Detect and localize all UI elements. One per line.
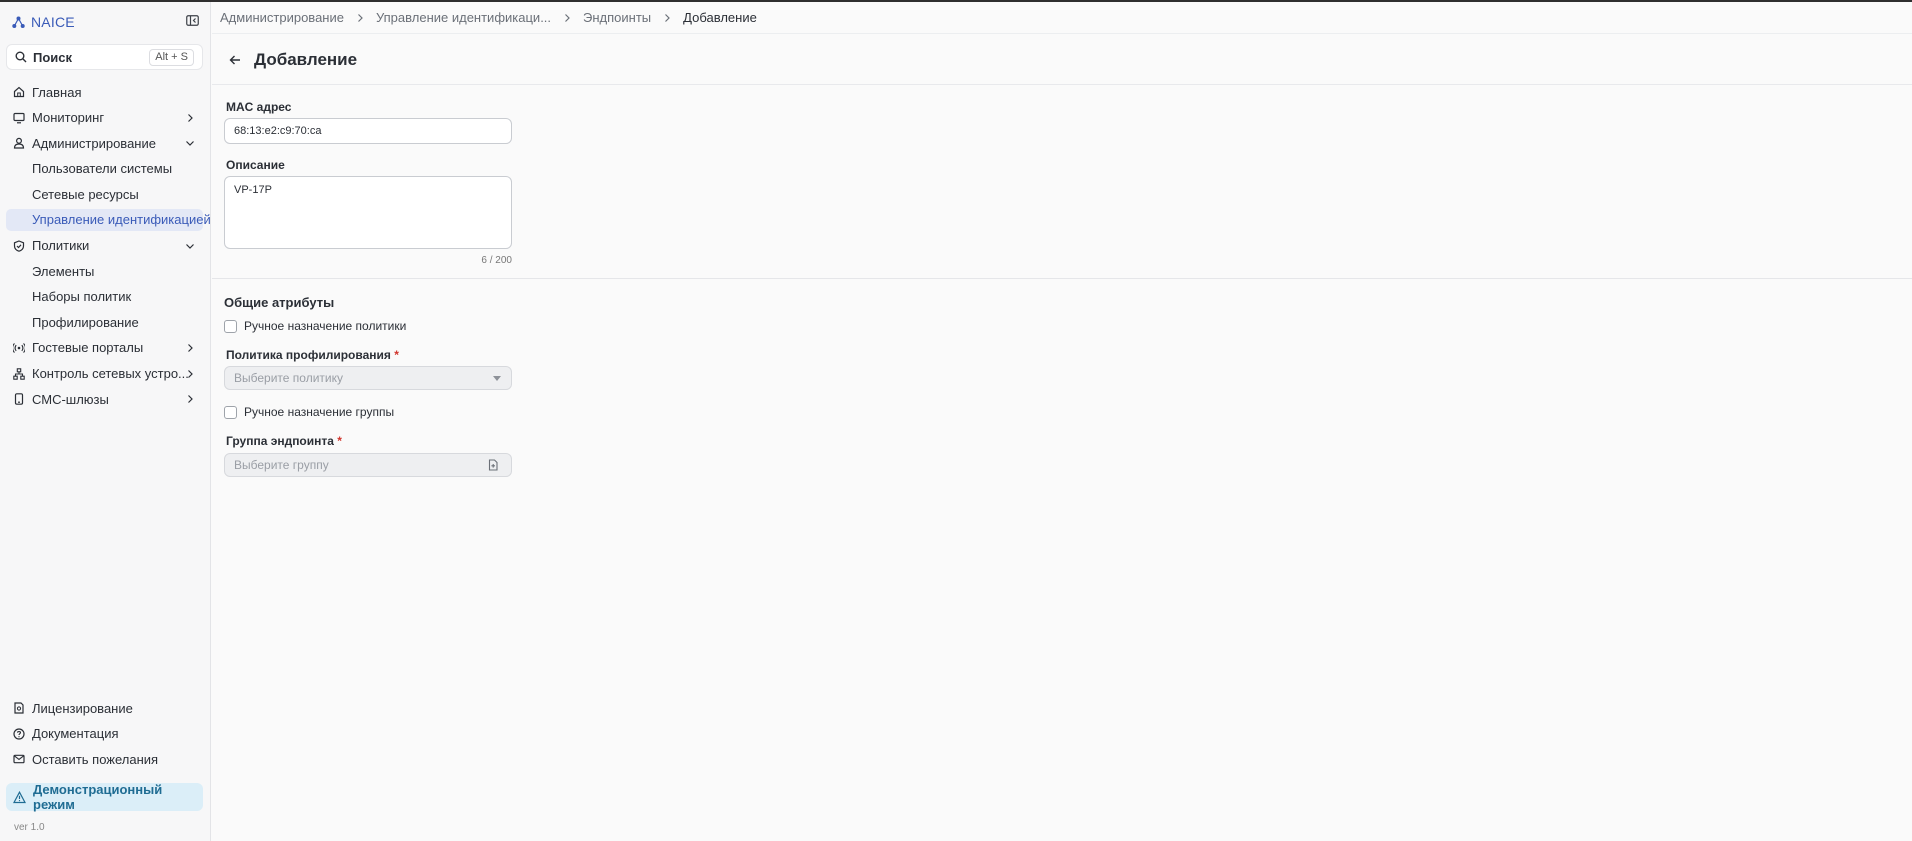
sidebar-item-label: Управление идентификацией bbox=[32, 212, 211, 228]
sidebar-item-profiling[interactable]: Профилирование bbox=[6, 311, 203, 333]
description-counter: 6 / 200 bbox=[481, 255, 512, 266]
sidebar-item-label: Профилирование bbox=[32, 314, 139, 330]
sidebar-item-label: Пользователи системы bbox=[32, 161, 173, 177]
sidebar-item-sms-gateways[interactable]: СМС-шлюзы bbox=[6, 388, 203, 410]
required-mark: * bbox=[337, 434, 342, 448]
sidebar-item-administration[interactable]: Администрирование bbox=[6, 132, 203, 154]
sidebar-item-label: СМС-шлюзы bbox=[32, 391, 109, 407]
sidebar-item-label: Администрирование bbox=[32, 135, 156, 151]
demo-mode-label: Демонстрационный режим bbox=[33, 782, 163, 812]
sidebar-item-policies[interactable]: Политики bbox=[6, 235, 203, 257]
sidebar-item-network-device-control[interactable]: Контроль сетевых устро... bbox=[6, 363, 203, 385]
mail-icon bbox=[13, 753, 25, 765]
page-title: Добавление bbox=[254, 49, 358, 69]
manual-group-checkbox[interactable] bbox=[224, 405, 237, 419]
sidebar-nav: Главная Мониторинг Администрирование Пол… bbox=[6, 81, 211, 414]
sidebar-item-licensing[interactable]: Лицензирование bbox=[6, 697, 203, 719]
chevron-down-icon bbox=[184, 137, 196, 149]
help-circle-icon bbox=[13, 727, 25, 740]
chevron-right-icon bbox=[184, 393, 196, 405]
home-icon bbox=[13, 86, 25, 98]
sidebar-item-elements[interactable]: Элементы bbox=[6, 260, 203, 282]
sidebar-item-identity-management[interactable]: Управление идентификацией bbox=[6, 208, 211, 231]
sidebar-item-monitoring[interactable]: Мониторинг bbox=[6, 107, 203, 129]
manual-policy-checkbox[interactable] bbox=[224, 319, 237, 333]
sidebar-item-policy-sets[interactable]: Наборы политик bbox=[6, 286, 203, 308]
chevron-right-icon bbox=[561, 12, 573, 24]
breadcrumb-item-endpoints[interactable]: Эндпоинты bbox=[583, 10, 651, 25]
shield-check-icon bbox=[13, 239, 25, 252]
network-icon bbox=[13, 367, 25, 380]
sidebar-item-label: Политики bbox=[32, 238, 90, 254]
warning-icon bbox=[13, 790, 26, 804]
manual-policy-label: Ручное назначение политики bbox=[244, 319, 407, 333]
collapse-sidebar-icon[interactable] bbox=[186, 14, 200, 28]
version-label: ver 1.0 bbox=[14, 822, 45, 833]
chevron-down-icon bbox=[184, 240, 196, 252]
search-button[interactable]: Поиск Alt + S bbox=[6, 44, 203, 70]
profiling-policy-label-text: Политика профилирования bbox=[226, 348, 391, 362]
description-label: Описание bbox=[226, 158, 285, 172]
chevron-right-icon bbox=[184, 112, 196, 124]
phone-icon bbox=[13, 393, 25, 405]
sidebar-item-label: Наборы политик bbox=[32, 289, 132, 305]
mac-address-label: MAC адрес bbox=[226, 100, 292, 114]
manual-policy-checkbox-row[interactable]: Ручное назначение политики bbox=[224, 319, 406, 333]
search-shortcut: Alt + S bbox=[149, 49, 194, 66]
monitor-icon bbox=[13, 112, 25, 124]
back-arrow-icon[interactable] bbox=[228, 53, 242, 67]
profiling-policy-select[interactable]: Выберите политику bbox=[224, 366, 512, 390]
breadcrumb-item-current: Добавление bbox=[683, 10, 757, 25]
sidebar-item-label: Оставить пожелания bbox=[32, 751, 159, 767]
logo[interactable]: NAICE bbox=[12, 12, 200, 32]
sidebar-item-label: Лицензирование bbox=[32, 700, 133, 716]
brand-name: NAICE bbox=[31, 14, 75, 30]
breadcrumb-item-identity-management[interactable]: Управление идентификаци... bbox=[376, 10, 551, 25]
breadcrumb: Администрирование Управление идентификац… bbox=[212, 2, 1912, 34]
breadcrumb-item-administration[interactable]: Администрирование bbox=[220, 10, 344, 25]
sidebar-item-home[interactable]: Главная bbox=[6, 81, 203, 103]
sidebar-item-network-resources[interactable]: Сетевые ресурсы bbox=[6, 183, 203, 205]
search-label: Поиск bbox=[33, 49, 73, 65]
sidebar-item-label: Элементы bbox=[32, 263, 95, 279]
manual-group-label: Ручное назначение группы bbox=[244, 405, 395, 419]
mac-address-input[interactable] bbox=[224, 118, 512, 144]
sidebar-item-label: Документация bbox=[32, 726, 119, 742]
caret-down-icon bbox=[493, 376, 501, 381]
sidebar-item-feedback[interactable]: Оставить пожелания bbox=[6, 748, 203, 770]
chevron-right-icon bbox=[354, 12, 366, 24]
sidebar-item-label: Гостевые порталы bbox=[32, 340, 144, 356]
user-icon bbox=[13, 137, 25, 149]
required-mark: * bbox=[394, 348, 399, 362]
file-select-icon[interactable] bbox=[487, 459, 499, 471]
license-icon bbox=[13, 702, 25, 714]
sidebar-item-label: Сетевые ресурсы bbox=[32, 186, 139, 202]
section-title-common-attributes: Общие атрибуты bbox=[224, 295, 335, 310]
sidebar-bottom-nav: Лицензирование Документация Оставить пож… bbox=[6, 697, 203, 774]
chevron-right-icon bbox=[661, 12, 673, 24]
chevron-right-icon bbox=[184, 368, 196, 380]
sidebar-item-documentation[interactable]: Документация bbox=[6, 723, 203, 745]
description-textarea[interactable]: VP-17P bbox=[224, 176, 512, 249]
search-icon bbox=[15, 51, 27, 63]
profiling-policy-label: Политика профилирования * bbox=[226, 348, 399, 362]
demo-mode-banner[interactable]: Демонстрационный режим bbox=[6, 782, 203, 812]
broadcast-icon bbox=[13, 342, 25, 354]
endpoint-group-label: Группа эндпоинта * bbox=[226, 434, 342, 448]
naice-logo-icon bbox=[12, 16, 25, 29]
profiling-policy-placeholder: Выберите политику bbox=[234, 371, 343, 385]
endpoint-group-label-text: Группа эндпоинта bbox=[226, 434, 334, 448]
manual-group-checkbox-row[interactable]: Ручное назначение группы bbox=[224, 405, 394, 419]
sidebar-item-system-users[interactable]: Пользователи системы bbox=[6, 158, 203, 180]
page-header: Добавление bbox=[212, 35, 1912, 85]
sidebar: NAICE Поиск Alt + S Главная Мониторинг А… bbox=[0, 2, 211, 841]
sidebar-item-label: Главная bbox=[32, 84, 82, 100]
sidebar-item-label: Контроль сетевых устро... bbox=[32, 366, 189, 382]
section-divider bbox=[212, 278, 1912, 279]
endpoint-group-placeholder: Выберите группу bbox=[234, 458, 329, 472]
sidebar-item-guest-portals[interactable]: Гостевые порталы bbox=[6, 337, 203, 359]
chevron-right-icon bbox=[184, 342, 196, 354]
endpoint-group-select[interactable]: Выберите группу bbox=[224, 453, 512, 477]
sidebar-item-label: Мониторинг bbox=[32, 110, 105, 126]
